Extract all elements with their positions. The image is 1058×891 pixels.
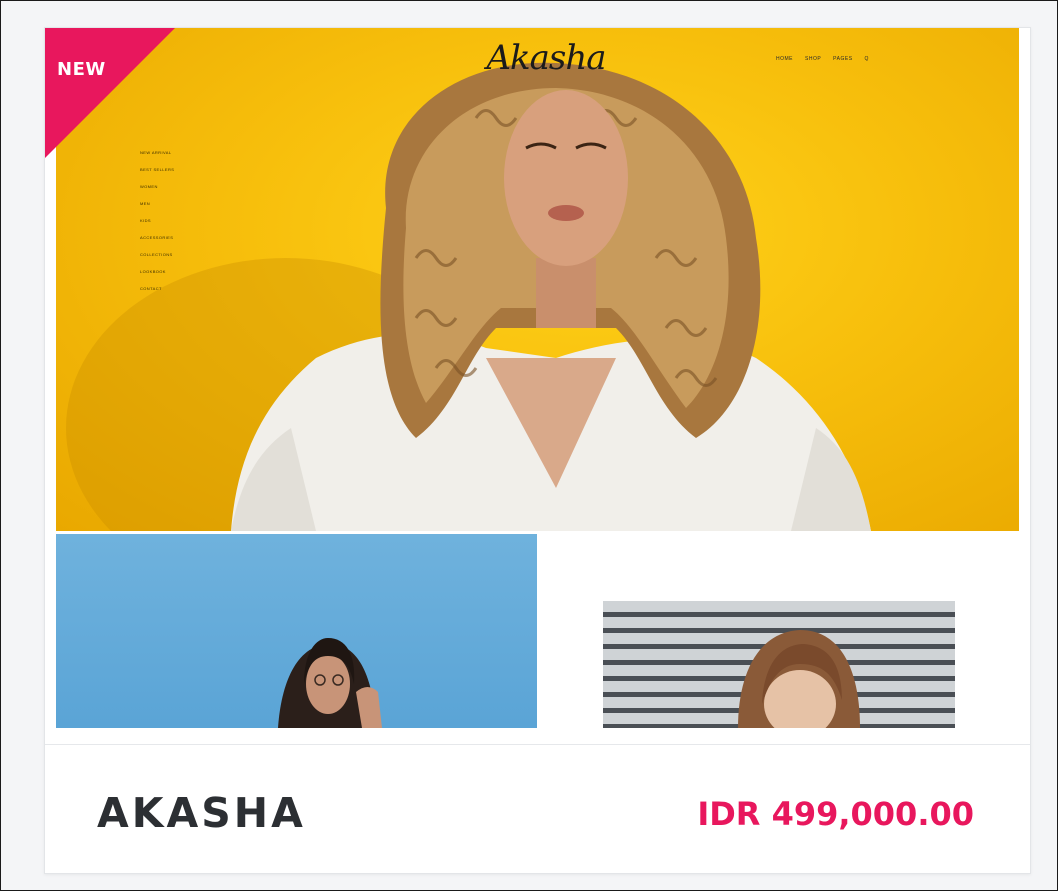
preview-nav-pages: PAGES: [833, 56, 853, 62]
hero-banner: Akasha HOME SHOP PAGES Q NEW ARRIVAL BES…: [56, 28, 1019, 531]
preview-menu-item: CONTACT: [140, 286, 162, 291]
preview-menu-item: NEW ARRIVAL: [140, 150, 172, 155]
model-photo-stripes: [738, 630, 860, 728]
new-badge-label: NEW: [57, 59, 106, 80]
preview-logo: Akasha: [486, 38, 606, 78]
preview-menu-item: LOOKBOOK: [140, 269, 166, 274]
preview-tile-blue: [56, 534, 537, 728]
preview-menu-item: WOMEN: [140, 184, 158, 189]
product-card[interactable]: Akasha HOME SHOP PAGES Q NEW ARRIVAL BES…: [44, 27, 1031, 874]
preview-nav-shop: SHOP: [805, 56, 822, 62]
preview-tile-stripes: [538, 534, 1019, 728]
window-frame: Akasha HOME SHOP PAGES Q NEW ARRIVAL BES…: [0, 0, 1058, 891]
card-divider: [45, 744, 1030, 745]
preview-nav-search: Q: [864, 56, 869, 62]
product-price: IDR 499,000.00: [697, 795, 974, 833]
hero-model-illustration: [66, 62, 871, 531]
theme-preview-image[interactable]: Akasha HOME SHOP PAGES Q NEW ARRIVAL BES…: [56, 28, 1019, 728]
preview-menu-item: KIDS: [140, 218, 151, 223]
preview-nav-home: HOME: [776, 56, 793, 62]
product-title[interactable]: AKASHA: [97, 788, 306, 838]
preview-side-menu: NEW ARRIVAL BEST SELLERS WOMEN MEN KIDS …: [140, 150, 174, 292]
preview-menu-item: MEN: [140, 201, 151, 206]
preview-menu-item: BEST SELLERS: [140, 167, 175, 172]
preview-menu-item: ACCESSORIES: [140, 235, 174, 240]
preview-top-nav: HOME SHOP PAGES Q: [776, 56, 869, 62]
preview-menu-item: COLLECTIONS: [140, 252, 173, 257]
model-photo-blue: [278, 638, 382, 728]
